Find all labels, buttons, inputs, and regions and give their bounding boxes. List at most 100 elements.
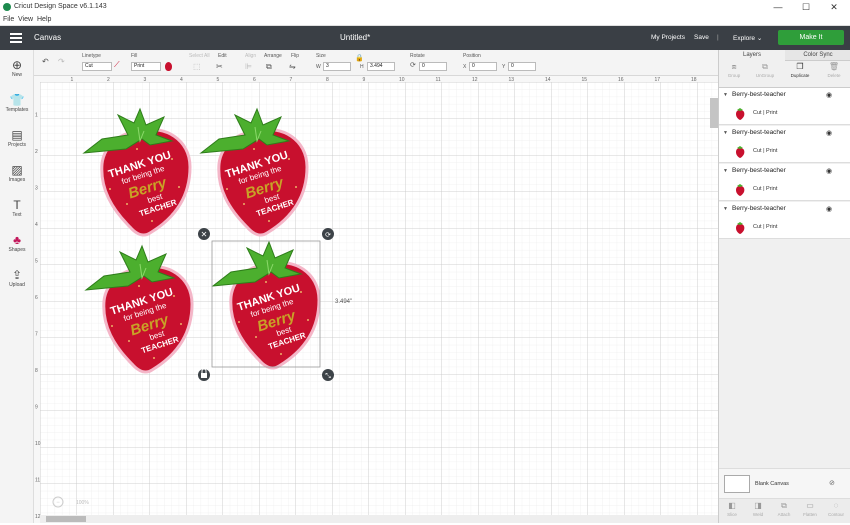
svg-text:−: − <box>56 500 60 506</box>
canvas-drawing[interactable]: THANK YOU for being the Berry best TEACH… <box>34 76 733 523</box>
layer-name: Berry-best-teacher <box>732 167 786 174</box>
ruler-tick-label: 13 <box>509 77 515 83</box>
eye-icon[interactable]: ◉ <box>826 167 832 175</box>
explore-dropdown[interactable]: Explore ⌄ <box>733 34 762 42</box>
fill-select[interactable]: Print <box>131 62 161 71</box>
sidebar-item-label: Projects <box>7 142 27 148</box>
sidebar-item-label: Text <box>12 212 22 218</box>
minimize-button[interactable]: — <box>764 0 792 14</box>
text-icon: T <box>13 198 21 212</box>
ruler-tick-label: 12 <box>35 514 41 520</box>
slice-button[interactable]: ◧ Slice <box>719 501 745 517</box>
eye-icon[interactable]: ◉ <box>826 129 832 137</box>
horizontal-scrollbar[interactable] <box>46 516 86 522</box>
y-position-input[interactable]: 0 <box>508 62 536 71</box>
close-window-button[interactable]: ✕ <box>820 0 848 14</box>
vertical-scrollbar[interactable] <box>710 98 718 128</box>
lock-handle-icon[interactable] <box>198 368 210 381</box>
strawberry-thumbnail-icon <box>736 108 745 120</box>
ruler-tick-label: 6 <box>253 77 256 83</box>
layer-item[interactable]: ▼ Berry-best-teacher ◉ Cut | Print <box>719 164 850 201</box>
group-button[interactable]: ⧈ Group <box>721 62 747 78</box>
upload-icon: ⇪ <box>11 268 23 282</box>
rotate-icon: ⟳ <box>410 62 416 69</box>
ruler-tick-label: 10 <box>35 441 41 447</box>
images-icon: ▨ <box>11 163 23 177</box>
arrange-icon[interactable]: ⧉ <box>266 62 272 72</box>
resize-handle-icon[interactable]: ⤡ <box>322 369 334 381</box>
redo-icon[interactable]: ↷ <box>58 57 65 66</box>
edit-toolbar: ↶ ↷ Linetype Cut ⟋ Fill Print Select All… <box>0 50 718 76</box>
tab-color-sync[interactable]: Color Sync <box>785 50 850 61</box>
blank-canvas-row[interactable]: Blank Canvas ⊘ <box>719 468 850 498</box>
templates-icon: 👕 <box>9 93 25 107</box>
ruler-tick-label: 3 <box>144 77 147 83</box>
pen-color-icon[interactable]: ⟋ <box>114 60 120 70</box>
select-all-icon[interactable]: ⬚ <box>193 62 201 71</box>
menu-view[interactable]: View <box>18 16 33 23</box>
sidebar-item-shapes[interactable]: ♣ Shapes <box>0 233 34 253</box>
collapse-caret-icon[interactable]: ▼ <box>723 168 728 174</box>
collapse-caret-icon[interactable]: ▼ <box>723 130 728 136</box>
collapse-caret-icon[interactable]: ▼ <box>723 206 728 212</box>
collapse-caret-icon[interactable]: ▼ <box>723 92 728 98</box>
design-canvas[interactable]: THANK YOU for being the Berry best TEACH… <box>34 76 733 523</box>
width-input[interactable]: 3 <box>323 62 351 71</box>
sidebar-item-projects[interactable]: ▤ Projects <box>0 128 34 148</box>
tool-label: Flatten <box>803 512 817 517</box>
save-link[interactable]: Save <box>694 34 709 41</box>
contour-button[interactable]: ◌ Contour <box>823 501 849 517</box>
layer-item[interactable]: ▼ Berry-best-teacher ◉ Cut | Print <box>719 202 850 239</box>
menu-file[interactable]: File <box>3 16 14 23</box>
sidebar-item-label: Upload <box>9 282 25 288</box>
ruler-tick-label: 7 <box>290 77 293 83</box>
rotate-input[interactable]: 0 <box>419 62 447 71</box>
ruler-tick-label: 18 <box>691 77 697 83</box>
group-icon: ⧈ <box>731 62 737 71</box>
tool-label: Delete <box>827 73 841 78</box>
x-position-input[interactable]: 0 <box>469 62 497 71</box>
edit-icon[interactable]: ✂ <box>216 62 223 71</box>
bottom-toolbar: ◧ Slice ◨ Weld ⧉ Attach ▭ Flatten ◌ Contour <box>719 498 850 523</box>
rotate-label: Rotate <box>410 53 425 59</box>
undo-icon[interactable]: ↶ <box>42 57 49 66</box>
sidebar-item-templates[interactable]: 👕 Templates <box>0 93 34 113</box>
svg-text:✕: ✕ <box>201 230 208 239</box>
eye-icon[interactable]: ◉ <box>826 205 832 213</box>
flatten-button[interactable]: ▭ Flatten <box>797 501 823 517</box>
layer-item[interactable]: ▼ Berry-best-teacher ◉ Cut | Print <box>719 126 850 163</box>
hide-canvas-icon[interactable]: ⊘ <box>829 479 835 487</box>
delete-button[interactable]: 🗑 Delete <box>821 62 847 78</box>
flip-icon[interactable]: ⇋ <box>289 62 296 71</box>
maximize-button[interactable]: ☐ <box>792 0 820 14</box>
menu-help[interactable]: Help <box>37 16 51 23</box>
my-projects-link[interactable]: My Projects <box>651 34 685 41</box>
tab-layers[interactable]: Layers <box>719 50 785 61</box>
ruler-tick-label: 2 <box>107 77 110 83</box>
height-input[interactable]: 3.494 <box>367 62 395 71</box>
window-title: Cricut Design Space v6.1.143 <box>14 3 107 10</box>
sidebar-item-new[interactable]: ⊕ New <box>0 58 34 78</box>
ungroup-button[interactable]: ⧉ UnGroup <box>752 62 778 78</box>
lock-ratio-icon[interactable]: 🔒 <box>355 54 364 62</box>
rotate-handle-icon[interactable]: ⟳ <box>322 228 334 240</box>
cricut-logo-icon <box>3 3 11 11</box>
fill-swatch-icon[interactable] <box>165 62 172 71</box>
align-icon[interactable]: ⊫ <box>245 62 252 71</box>
hamburger-menu-icon[interactable] <box>10 33 22 43</box>
make-it-button[interactable]: Make It <box>778 30 844 45</box>
duplicate-button[interactable]: ❐ Duplicate <box>787 62 813 78</box>
weld-button[interactable]: ◨ Weld <box>745 501 771 517</box>
sidebar-item-upload[interactable]: ⇪ Upload <box>0 268 34 288</box>
linetype-label: Linetype <box>82 53 101 59</box>
layer-item[interactable]: ▼ Berry-best-teacher ◉ Cut | Print <box>719 88 850 125</box>
eye-icon[interactable]: ◉ <box>826 91 832 99</box>
blank-canvas-swatch[interactable] <box>724 475 750 493</box>
sidebar-item-text[interactable]: T Text <box>0 198 34 218</box>
attach-button[interactable]: ⧉ Attach <box>771 501 797 517</box>
ruler-tick-label: 4 <box>35 222 38 228</box>
close-handle-icon[interactable]: ✕ <box>198 228 210 240</box>
sidebar-item-images[interactable]: ▨ Images <box>0 163 34 183</box>
explore-label: Explore <box>733 35 756 42</box>
linetype-select[interactable]: Cut <box>82 62 112 71</box>
